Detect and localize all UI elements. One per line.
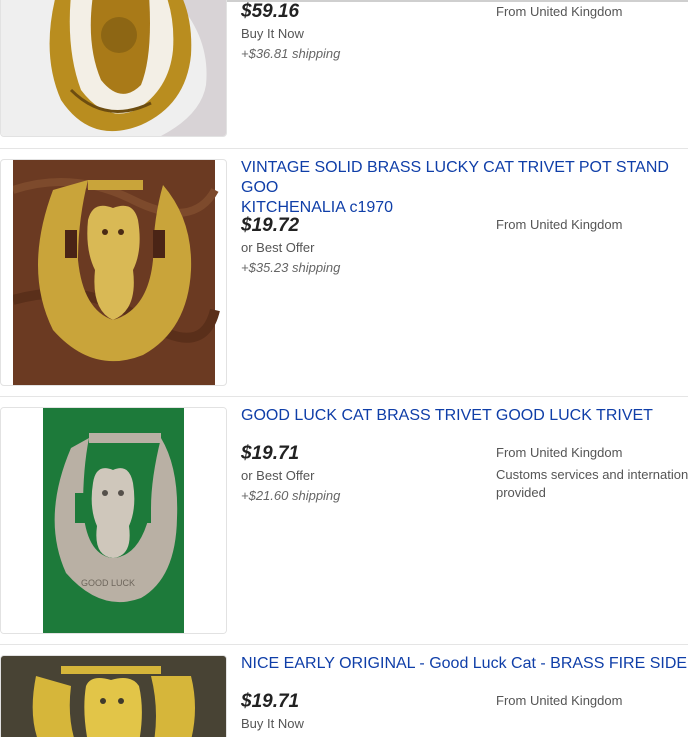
brass-cat-trivet-image [1, 656, 226, 737]
listing-thumbnail[interactable] [0, 655, 227, 737]
listing-thumbnail[interactable]: GOOD LUCK [0, 407, 227, 634]
brass-trivet-image [1, 0, 226, 136]
shipping-cost: +$35.23 shipping [241, 260, 341, 275]
item-price: $19.71 [241, 443, 300, 464]
buying-format: Buy It Now [241, 26, 304, 41]
listing-title-link[interactable]: VINTAGE SOLID BRASS LUCKY CAT TRIVET POT… [241, 158, 688, 218]
item-price: $19.71 [241, 691, 300, 712]
buying-format: or Best Offer [241, 240, 315, 255]
listing-item: $59.16 Buy It Now +$36.81 shipping From … [0, 0, 688, 148]
good-luck-inscription: GOOD LUCK [81, 578, 135, 588]
item-location: From United Kingdom [496, 445, 623, 460]
item-divider [0, 396, 688, 397]
listing-thumbnail[interactable] [0, 0, 227, 137]
item-location: From United Kingdom [496, 4, 623, 19]
listing-thumbnail[interactable] [0, 159, 227, 386]
title-line: NICE EARLY ORIGINAL - Good Luck Cat - BR… [241, 655, 688, 672]
shipping-cost: +$36.81 shipping [241, 46, 341, 61]
buying-format: Buy It Now [241, 716, 304, 731]
customs-note-line: provided [496, 485, 546, 500]
title-line: KITCHENALIA c1970 [241, 199, 394, 216]
item-location: From United Kingdom [496, 217, 623, 232]
customs-note: Customs services and internation provide… [496, 466, 688, 502]
item-divider [0, 644, 688, 645]
item-location: From United Kingdom [496, 693, 623, 708]
buying-format: or Best Offer [241, 468, 315, 483]
customs-note-line: Customs services and internation [496, 467, 688, 482]
item-price: $19.72 [241, 215, 300, 236]
title-line: VINTAGE SOLID BRASS LUCKY CAT TRIVET POT… [241, 159, 669, 196]
silver-cat-trivet-image: GOOD LUCK [1, 408, 226, 633]
listing-item: GOOD LUCK GOOD LUCK CAT BRASS TRIVET GOO… [0, 407, 688, 645]
brass-cat-trivet-image [13, 160, 220, 385]
listing-title-link[interactable]: NICE EARLY ORIGINAL - Good Luck Cat - BR… [241, 655, 688, 674]
listing-title-link[interactable]: GOOD LUCK CAT BRASS TRIVET GOOD LUCK TRI… [241, 406, 688, 426]
listing-item: NICE EARLY ORIGINAL - Good Luck Cat - BR… [0, 655, 688, 737]
title-line: GOOD LUCK CAT BRASS TRIVET GOOD LUCK TRI… [241, 407, 653, 424]
item-price: $59.16 [241, 1, 300, 22]
item-divider [0, 148, 688, 149]
shipping-cost: +$21.60 shipping [241, 488, 341, 503]
listing-item: VINTAGE SOLID BRASS LUCKY CAT TRIVET POT… [0, 159, 688, 397]
